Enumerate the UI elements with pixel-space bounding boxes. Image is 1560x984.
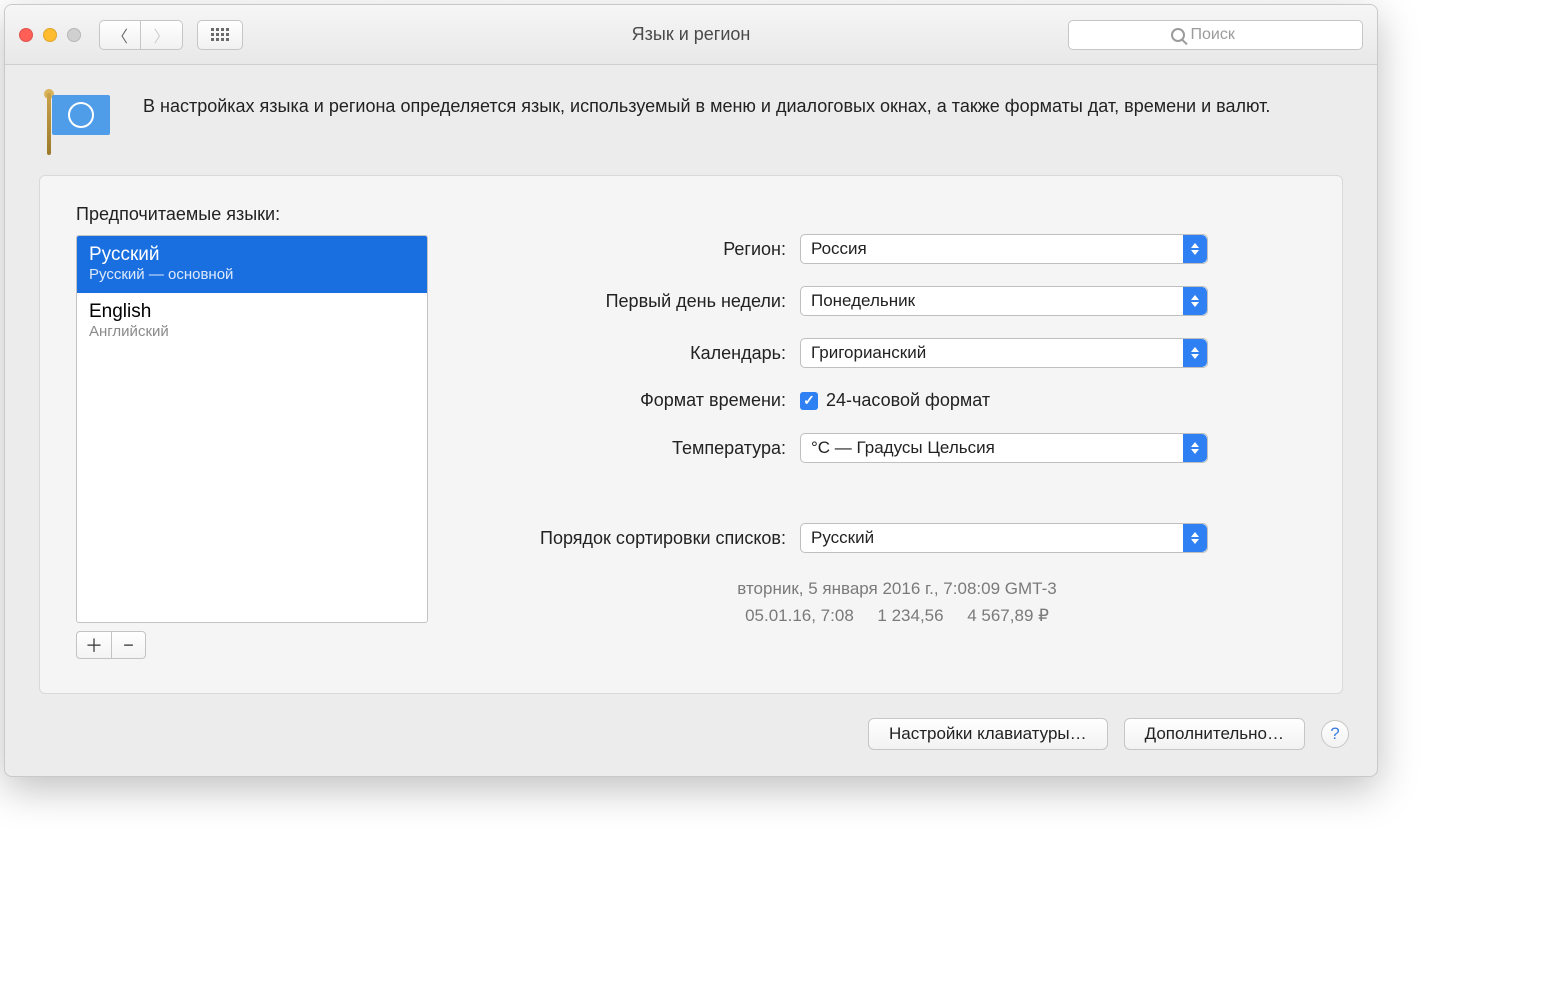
footer: Настройки клавиатуры… Дополнительно… ? [5, 718, 1377, 776]
chevron-left-icon: 〈 [112, 23, 128, 47]
calendar-value: Григорианский [811, 343, 926, 363]
help-icon: ? [1330, 724, 1339, 744]
region-settings: Регион: Россия Первый день недели: Понед… [488, 204, 1306, 659]
stepper-icon [1183, 287, 1207, 315]
timeformat-checkbox[interactable] [800, 392, 818, 410]
plus-icon: ＋ [85, 632, 103, 658]
language-sub: Английский [89, 323, 415, 340]
firstday-value: Понедельник [811, 291, 915, 311]
close-icon[interactable] [19, 28, 33, 42]
sort-value: Русский [811, 528, 874, 548]
example-short-date: 05.01.16, 7:08 [745, 606, 854, 625]
description-text: В настройках языка и региона определяетс… [143, 93, 1270, 120]
nav-buttons: 〈 〉 [99, 20, 183, 50]
region-select[interactable]: Россия [800, 234, 1208, 264]
preferred-languages-section: Предпочитаемые языки: Русский Русский — … [76, 204, 428, 659]
chevron-right-icon: 〉 [153, 23, 169, 47]
search-input[interactable] [1191, 26, 1261, 44]
language-sub: Русский — основной [89, 266, 415, 283]
grid-icon [211, 28, 229, 41]
search-icon [1171, 28, 1185, 42]
sort-label: Порядок сортировки списков: [488, 528, 800, 549]
timeformat-check-label: 24-часовой формат [826, 390, 990, 411]
help-button[interactable]: ? [1321, 720, 1349, 748]
preferred-languages-heading: Предпочитаемые языки: [76, 204, 428, 225]
calendar-label: Календарь: [488, 343, 800, 364]
temperature-select[interactable]: °C — Градусы Цельсия [800, 433, 1208, 463]
stepper-icon [1183, 524, 1207, 552]
language-item-russian[interactable]: Русский Русский — основной [77, 236, 427, 293]
language-name: Русский [89, 244, 415, 266]
firstday-label: Первый день недели: [488, 291, 800, 312]
stepper-icon [1183, 235, 1207, 263]
format-examples: вторник, 5 января 2016 г., 7:08:09 GMT-3… [488, 575, 1306, 629]
example-long-date: вторник, 5 января 2016 г., 7:08:09 GMT-3 [488, 575, 1306, 602]
keyboard-settings-button[interactable]: Настройки клавиатуры… [868, 718, 1108, 750]
language-item-english[interactable]: English Английский [77, 293, 427, 350]
add-language-button[interactable]: ＋ [77, 632, 111, 658]
calendar-select[interactable]: Григорианский [800, 338, 1208, 368]
forward-button: 〉 [141, 20, 183, 50]
advanced-button[interactable]: Дополнительно… [1124, 718, 1305, 750]
temperature-value: °C — Градусы Цельсия [811, 438, 995, 458]
minus-icon: − [123, 635, 134, 656]
minimize-icon[interactable] [43, 28, 57, 42]
window-controls [19, 28, 81, 42]
stepper-icon [1183, 434, 1207, 462]
show-all-button[interactable] [197, 20, 243, 50]
back-button[interactable]: 〈 [99, 20, 141, 50]
zoom-icon [67, 28, 81, 42]
sort-select[interactable]: Русский [800, 523, 1208, 553]
language-list[interactable]: Русский Русский — основной English Англи… [76, 235, 428, 623]
un-flag-icon [43, 93, 115, 155]
timeformat-label: Формат времени: [488, 390, 800, 411]
search-field[interactable] [1068, 20, 1363, 50]
preferences-window: 〈 〉 Язык и регион В настройках языка и р… [4, 4, 1378, 777]
settings-panel: Предпочитаемые языки: Русский Русский — … [39, 175, 1343, 694]
titlebar: 〈 〉 Язык и регион [5, 5, 1377, 65]
add-remove-controls: ＋ − [76, 631, 146, 659]
firstday-select[interactable]: Понедельник [800, 286, 1208, 316]
example-number: 1 234,56 [877, 606, 943, 625]
language-name: English [89, 301, 415, 323]
region-value: Россия [811, 239, 867, 259]
remove-language-button[interactable]: − [111, 632, 145, 658]
example-currency: 4 567,89 ₽ [967, 606, 1049, 625]
header-description: В настройках языка и региона определяетс… [5, 65, 1377, 175]
stepper-icon [1183, 339, 1207, 367]
temperature-label: Температура: [488, 438, 800, 459]
region-label: Регион: [488, 239, 800, 260]
